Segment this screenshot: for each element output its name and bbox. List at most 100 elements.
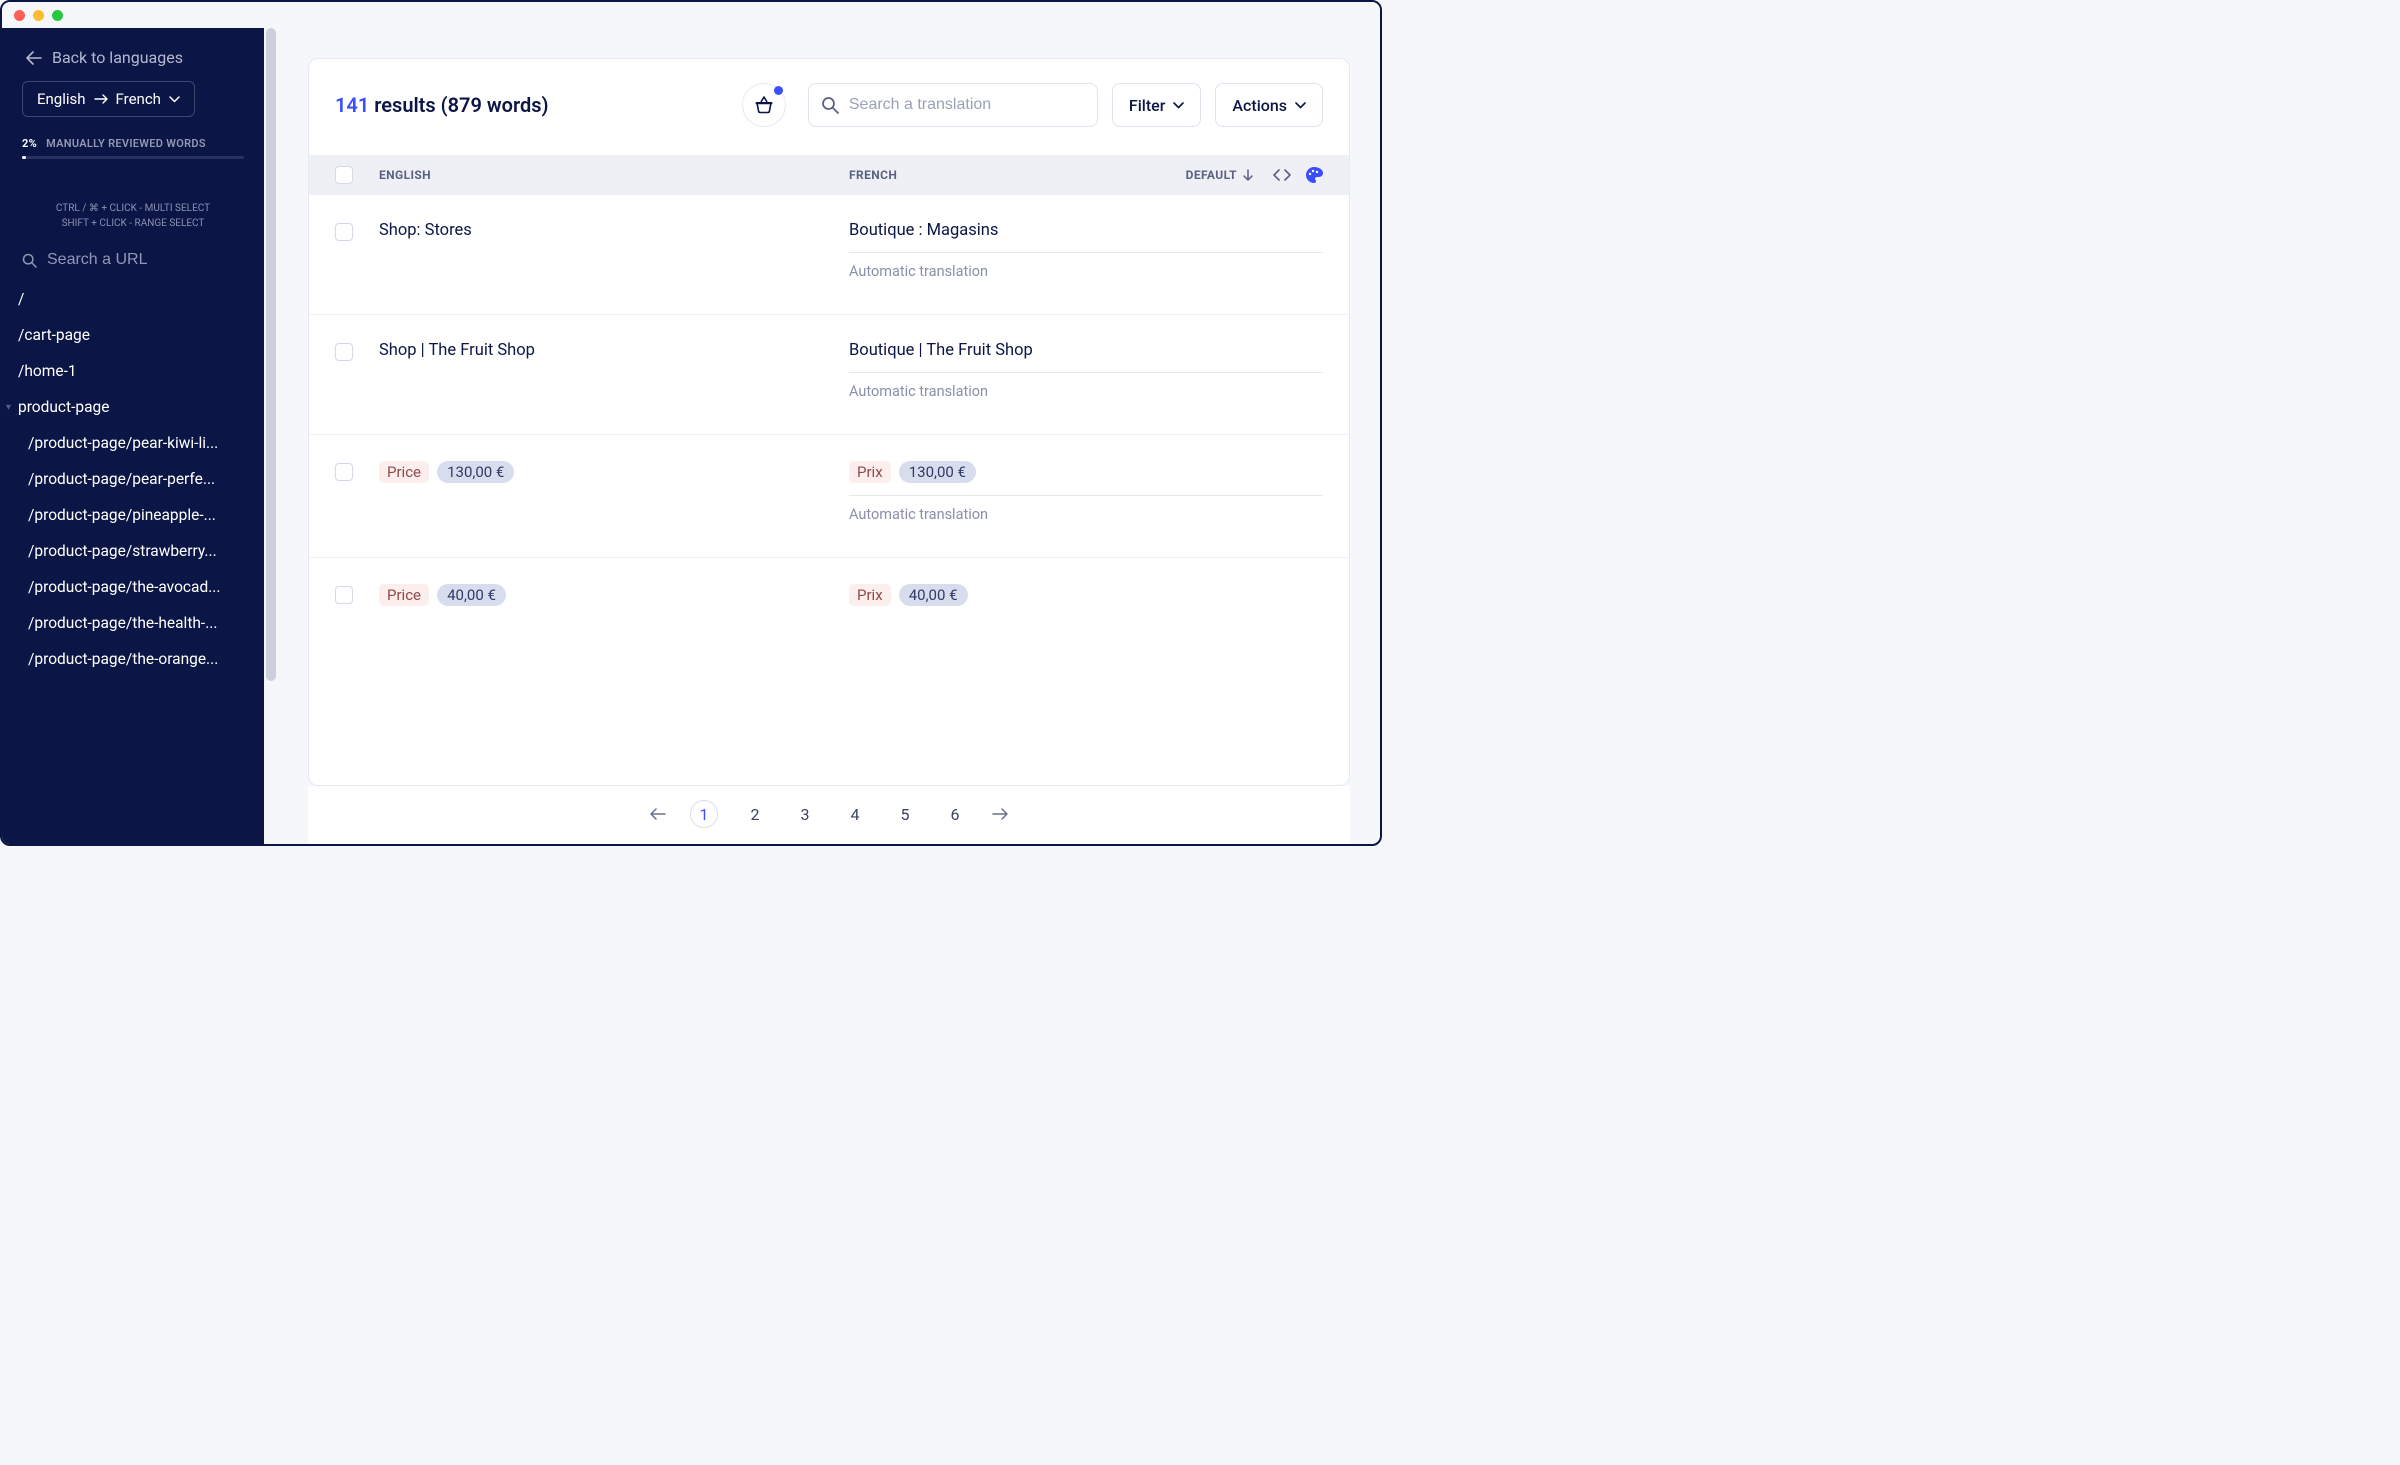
url-item[interactable]: /product-page/strawberry...	[2, 533, 264, 569]
actions-label: Actions	[1232, 96, 1287, 115]
results-summary: 141 results (879 words)	[335, 93, 549, 117]
sidebar-scrollbar[interactable]	[264, 28, 278, 844]
variable-chip: Price	[379, 584, 429, 606]
hint-multi-select: CTRL / ⌘ + CLICK - MULTI SELECT	[12, 201, 254, 216]
url-search[interactable]	[2, 245, 264, 281]
page-number[interactable]: 6	[942, 805, 968, 824]
variable-chip: Prix	[849, 584, 891, 606]
table-row: Price 130,00 € Prix 130,00 € Automatic t…	[309, 435, 1349, 558]
column-default-label: DEFAULT	[1186, 168, 1237, 182]
source-text[interactable]: Shop: Stores	[379, 221, 849, 240]
value-chip: 130,00 €	[899, 461, 976, 483]
row-checkbox[interactable]	[335, 463, 353, 481]
table-row: Shop | The Fruit Shop Boutique | The Fru…	[309, 315, 1349, 435]
translation-note: Automatic translation	[849, 383, 1323, 400]
source-text[interactable]: Price 40,00 €	[379, 584, 849, 606]
url-item[interactable]: /product-page/pineapple-...	[2, 497, 264, 533]
column-dest[interactable]: FRENCH	[849, 168, 1133, 182]
basket-icon	[754, 96, 774, 114]
window-titlebar	[2, 2, 1380, 28]
scrollbar-thumb[interactable]	[266, 28, 276, 681]
dest-text[interactable]: Prix 40,00 €	[849, 584, 1323, 606]
value-chip: 130,00 €	[437, 461, 514, 483]
results-count: 141	[335, 93, 369, 117]
value-chip: 40,00 €	[899, 584, 968, 606]
url-item-label: product-page	[18, 398, 109, 416]
window-min-dot[interactable]	[33, 10, 44, 21]
palette-icon[interactable]	[1305, 166, 1323, 184]
column-source[interactable]: ENGLISH	[379, 168, 849, 182]
arrow-right-icon	[94, 94, 108, 104]
dest-text[interactable]: Prix 130,00 €	[849, 461, 1323, 496]
page-number[interactable]: 2	[742, 805, 768, 824]
page-number[interactable]: 1	[690, 800, 718, 828]
row-checkbox[interactable]	[335, 223, 353, 241]
page-number[interactable]: 3	[792, 805, 818, 824]
chevron-down-icon	[1173, 102, 1184, 109]
url-item[interactable]: /cart-page	[2, 317, 264, 353]
source-text[interactable]: Shop | The Fruit Shop	[379, 341, 849, 360]
source-text[interactable]: Price 130,00 €	[379, 461, 849, 483]
progress-block: 2% MANUALLY REVIEWED WORDS	[2, 133, 264, 171]
sidebar: Back to languages English French 2%	[2, 28, 264, 844]
variable-chip: Price	[379, 461, 429, 483]
page-number[interactable]: 4	[842, 805, 868, 824]
url-item-folder[interactable]: ▾product-page	[2, 389, 264, 425]
results-word: results	[374, 93, 435, 117]
main-panel: 141 results (879 words)	[278, 28, 1380, 844]
table-row: Shop: Stores Boutique : Magasins Automat…	[309, 195, 1349, 315]
chevron-down-icon	[169, 96, 180, 103]
url-item[interactable]: /product-page/the-avocad...	[2, 569, 264, 605]
back-label: Back to languages	[52, 48, 183, 67]
progress-bar	[22, 156, 244, 159]
url-item[interactable]: /	[2, 281, 264, 317]
url-item[interactable]: /home-1	[2, 353, 264, 389]
row-checkbox[interactable]	[335, 343, 353, 361]
dest-text[interactable]: Boutique | The Fruit Shop	[849, 341, 1323, 373]
back-to-languages-link[interactable]: Back to languages	[2, 38, 264, 81]
selection-hints: CTRL / ⌘ + CLICK - MULTI SELECT SHIFT + …	[2, 171, 264, 245]
window-max-dot[interactable]	[52, 10, 63, 21]
progress-label: MANUALLY REVIEWED WORDS	[46, 137, 206, 150]
translation-note: Automatic translation	[849, 506, 1323, 523]
arrow-left-icon	[26, 51, 42, 65]
progress-percent: 2%	[22, 137, 37, 150]
column-default-sort[interactable]: DEFAULT	[1133, 168, 1253, 182]
url-list: / /cart-page /home-1 ▾product-page /prod…	[2, 281, 264, 844]
translation-search[interactable]	[808, 83, 1098, 127]
search-icon	[22, 253, 37, 268]
window-close-dot[interactable]	[14, 10, 25, 21]
page-prev-button[interactable]	[650, 808, 666, 820]
notification-dot-icon	[774, 86, 783, 95]
progress-bar-fill	[22, 156, 26, 159]
page-next-button[interactable]	[992, 808, 1008, 820]
card-header: 141 results (879 words)	[309, 59, 1349, 155]
dest-text[interactable]: Boutique : Magasins	[849, 221, 1323, 253]
table-row: Price 40,00 € Prix 40,00 €	[309, 558, 1349, 616]
language-pair-selector[interactable]: English French	[22, 81, 195, 117]
translation-note: Automatic translation	[849, 263, 1323, 280]
results-words-paren: (879 words)	[441, 93, 549, 117]
table-header: ENGLISH FRENCH DEFAULT	[309, 155, 1349, 195]
url-search-input[interactable]	[47, 251, 254, 269]
filter-label: Filter	[1129, 96, 1166, 115]
variable-chip: Prix	[849, 461, 891, 483]
translation-rows: Shop: Stores Boutique : Magasins Automat…	[309, 195, 1349, 785]
actions-button[interactable]: Actions	[1215, 83, 1323, 127]
translation-search-input[interactable]	[849, 96, 1085, 114]
row-checkbox[interactable]	[335, 586, 353, 604]
basket-button[interactable]	[742, 83, 786, 127]
hint-range-select: SHIFT + CLICK - RANGE SELECT	[12, 216, 254, 231]
url-item[interactable]: /product-page/pear-kiwi-li...	[2, 425, 264, 461]
caret-down-icon: ▾	[6, 402, 16, 413]
filter-button[interactable]: Filter	[1112, 83, 1202, 127]
url-item[interactable]: /product-page/the-orange...	[2, 641, 264, 677]
url-item[interactable]: /product-page/the-health-...	[2, 605, 264, 641]
pagination: 1 2 3 4 5 6	[308, 786, 1350, 844]
lang-to: French	[116, 90, 161, 108]
page-number[interactable]: 5	[892, 805, 918, 824]
select-all-checkbox[interactable]	[335, 166, 353, 184]
url-item[interactable]: /product-page/pear-perfe...	[2, 461, 264, 497]
code-icon[interactable]	[1273, 168, 1291, 182]
app-window: Back to languages English French 2%	[0, 0, 1382, 846]
